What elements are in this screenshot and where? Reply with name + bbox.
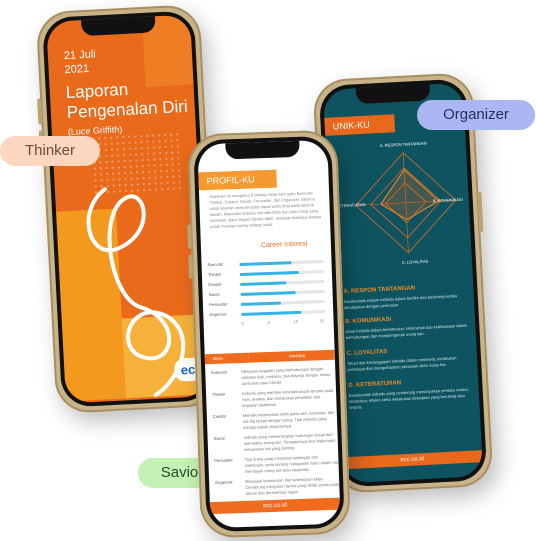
cover-date: 21 Juli 2021: [63, 48, 96, 77]
table-cell-deskripsi: Menyukai kegiatan yang berhubungan denga…: [241, 366, 332, 386]
table-row: Savior Individu yang mementingkan hubunga…: [214, 432, 338, 452]
profile-header: PROFIL-KU: [198, 169, 277, 191]
radar-axis-label: C. LOYALITAS: [401, 258, 429, 266]
table-header-deskripsi: Deskripsi: [248, 349, 335, 363]
section-text: Tekad dan kesanggupan individu dalam mem…: [347, 355, 457, 373]
section-text: Karakteristik respon individu dalam berf…: [343, 293, 458, 311]
phone-profile: PROFIL-KU Asesmen ini mengukur 6 bidang …: [186, 129, 352, 539]
unik-footer: ecc.co.id: [342, 450, 483, 470]
thinker-pill: Thinker: [0, 136, 100, 166]
table-cell-deskripsi: Tipe orang yang menyukai tantangan dan m…: [244, 454, 338, 474]
table-cell-minat: Thinker: [211, 391, 226, 398]
table-row: Persuader Tipe orang yang menyukai tantan…: [214, 454, 338, 474]
section-text: Karakteristik individu yang cenderung me…: [348, 386, 469, 410]
unik-header: UNIK-KU: [324, 114, 396, 136]
chart-bar: [240, 301, 281, 306]
cover-title: Laporan Pengenalan Diri: [65, 79, 189, 123]
chart-tick-label: 5: [267, 319, 270, 326]
profile-footer: ecc.co.id: [209, 497, 341, 515]
table-cell-minat: Savior: [213, 435, 226, 441]
chart-bar: [241, 310, 302, 316]
chart-row-label: Thinker: [207, 271, 222, 278]
table-row: Executor Menyukai kegiatan yang berhubung…: [211, 366, 335, 386]
section-title: A. RESPON TANTANGAN: [343, 285, 416, 296]
chart-tick-label: 15: [319, 318, 325, 324]
chart-bar: [239, 270, 299, 276]
chart-tick-label: 10: [293, 318, 299, 325]
table-cell-minat: Organizer: [215, 479, 233, 485]
chart-bar: [240, 291, 296, 296]
chart-tick-label: 0: [241, 320, 244, 326]
table-row: Creator Memiliki ketertarikan lebih pada …: [213, 410, 337, 430]
organizer-pill: Organizer: [417, 100, 535, 130]
table-cell-minat: Executor: [211, 369, 228, 376]
section-title: D. KETERATURAN: [348, 380, 402, 389]
table-row: Thinker Individu yang memiliki kecenderun…: [212, 388, 336, 408]
cover-screen: 21 Juli 2021 Laporan Pengenalan Diri (Lu…: [46, 14, 210, 404]
table-cell-deskripsi: Individu yang memiliki kecenderungan ter…: [241, 387, 334, 408]
chart-row-label: Persuader: [208, 301, 228, 308]
table-row: Organizer Menyukai keteraturan dan ketera…: [215, 476, 339, 496]
chart-row-label: Savior: [208, 291, 221, 298]
profile-screen: PROFIL-KU Asesmen ini mengukur 6 bidang …: [197, 139, 341, 529]
section-text: Minat individu dalam berinteraksi, kelin…: [345, 322, 468, 341]
chart-row: Organizer: [209, 308, 329, 320]
table-cell-deskripsi: Individu yang mementingkan hubungan sosi…: [243, 431, 336, 452]
chart-bar: [239, 261, 292, 266]
table-cell-deskripsi: Menyukai keteraturan dan keteraturan ker…: [245, 476, 340, 496]
chart-row-label: Executor: [207, 261, 224, 268]
section-title: B. KOMUNIKASI: [344, 316, 392, 326]
chart-row-label: Organizer: [209, 311, 227, 318]
table-cell-minat: Persuader: [214, 457, 233, 463]
section-title: C. LOYALITAS: [346, 348, 388, 358]
chart-title: Career Interest: [260, 240, 308, 250]
table-cell-deskripsi: Memiliki ketertarikan lebih pada seni, k…: [242, 409, 335, 430]
table-header-minat: Minat: [204, 352, 249, 365]
table-cell-minat: Creator: [212, 413, 227, 420]
chart-row-label: Creator: [208, 281, 222, 288]
chart-bar: [240, 281, 287, 286]
phone-notch: [225, 140, 300, 160]
profile-intro: Asesmen ini mengukur 6 bidang minat kari…: [209, 190, 321, 229]
